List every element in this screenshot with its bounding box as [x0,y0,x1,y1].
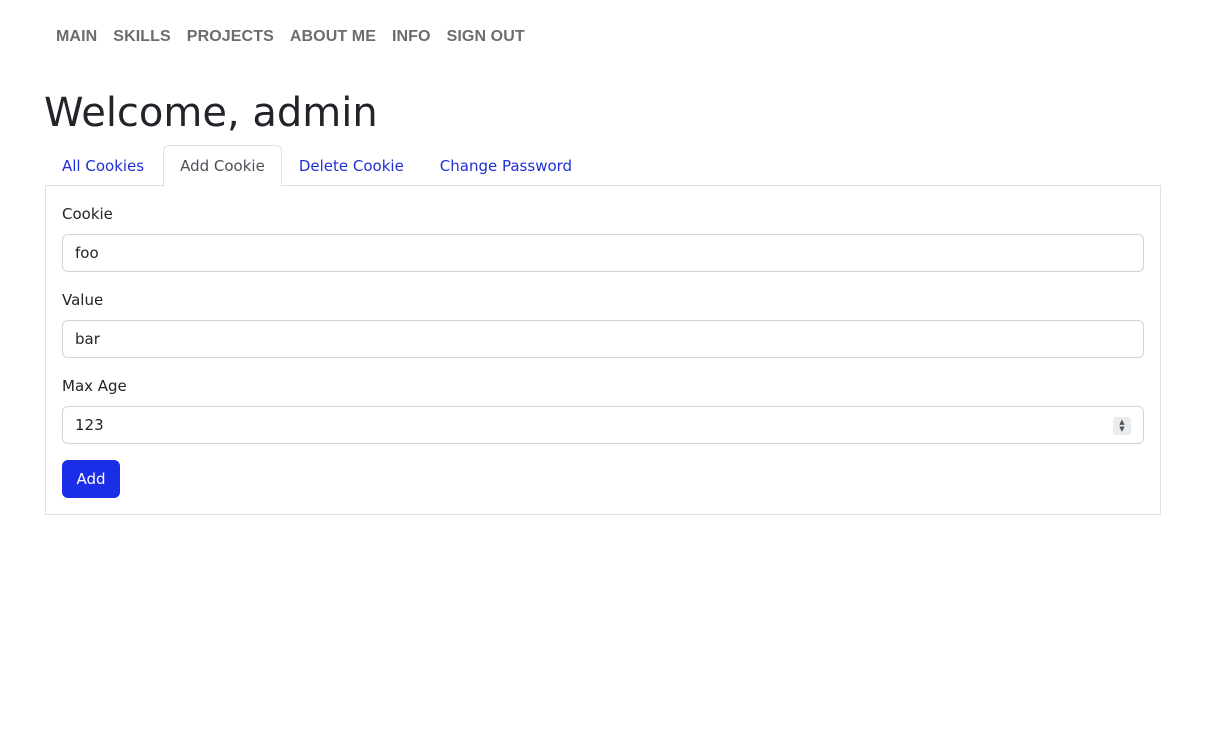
nav-item-about-me[interactable]: ABOUT ME [282,28,384,46]
tab-delete-cookie[interactable]: Delete Cookie [282,145,421,186]
tab-add-cookie[interactable]: Add Cookie [163,145,282,187]
nav-item-skills[interactable]: SKILLS [105,28,179,46]
value-input[interactable] [62,320,1144,358]
max-age-label: Max Age [62,377,127,395]
tab-change-password[interactable]: Change Password [423,145,589,186]
add-cookie-panel: Cookie Value Max Age ▲ ▼ Add [45,185,1161,515]
nav-item-main[interactable]: MAIN [48,28,105,46]
max-age-field: ▲ ▼ [62,406,1144,444]
nav-item-projects[interactable]: PROJECTS [179,28,282,46]
page-title: Welcome, admin [44,90,378,136]
tab-bar: All Cookies Add Cookie Delete Cookie Cha… [45,145,1161,187]
max-age-input[interactable] [63,407,1103,443]
chevron-down-icon[interactable]: ▼ [1119,426,1124,433]
cookie-label: Cookie [62,205,113,223]
cookie-input[interactable] [62,234,1144,272]
add-button[interactable]: Add [62,460,120,498]
value-label: Value [62,291,104,309]
top-navigation: MAIN SKILLS PROJECTS ABOUT ME INFO SIGN … [48,24,533,50]
nav-item-sign-out[interactable]: SIGN OUT [439,28,533,46]
nav-item-info[interactable]: INFO [384,28,439,46]
tab-all-cookies[interactable]: All Cookies [45,145,161,186]
number-stepper[interactable]: ▲ ▼ [1113,417,1131,435]
